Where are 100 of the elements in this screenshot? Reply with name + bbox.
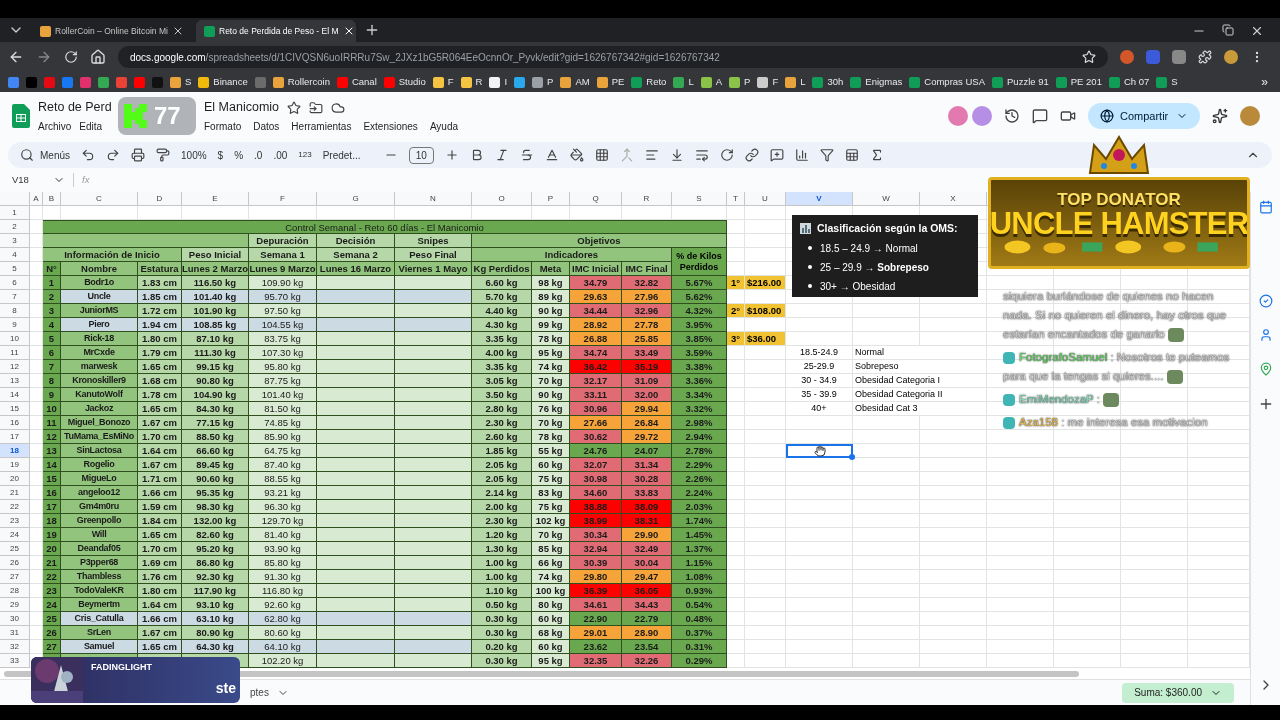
- bookmark[interactable]: S: [170, 74, 192, 90]
- menu-item[interactable]: Ayuda: [429, 118, 459, 134]
- row-number[interactable]: 33: [0, 654, 30, 668]
- calendar-icon[interactable]: [1258, 200, 1273, 214]
- column-header[interactable]: O: [472, 192, 532, 206]
- bookmark[interactable]: PE 201: [1055, 74, 1102, 90]
- column-header[interactable]: E: [182, 192, 249, 206]
- sheets-logo-icon[interactable]: [12, 104, 30, 128]
- column-header[interactable]: D: [138, 192, 182, 206]
- bookmark[interactable]: I: [489, 74, 508, 90]
- extension-icon[interactable]: [1120, 50, 1134, 64]
- row-number[interactable]: 18: [0, 444, 30, 458]
- row-number[interactable]: 1: [0, 206, 30, 220]
- link-icon[interactable]: [744, 148, 759, 162]
- bookmark[interactable]: AM: [560, 74, 590, 90]
- profile-avatar[interactable]: [1240, 106, 1260, 126]
- sparkle-icon[interactable]: [1212, 108, 1228, 124]
- row-number[interactable]: 23: [0, 514, 30, 528]
- video-call-icon[interactable]: [1060, 108, 1076, 124]
- bookmark[interactable]: Enigmas: [850, 74, 903, 90]
- zoom-dropdown[interactable]: 100%: [181, 147, 207, 163]
- bookmark[interactable]: [62, 76, 73, 88]
- name-box[interactable]: V18: [12, 172, 74, 188]
- contacts-icon[interactable]: [1258, 328, 1273, 342]
- filter-icon[interactable]: [819, 148, 834, 162]
- comment-add-icon[interactable]: [769, 148, 784, 162]
- column-header[interactable]: T: [727, 192, 745, 206]
- row-number[interactable]: 15: [0, 402, 30, 416]
- row-number[interactable]: 2: [0, 220, 30, 234]
- bookmark[interactable]: 30h: [812, 74, 844, 90]
- bookmark[interactable]: [116, 76, 127, 88]
- menu-item[interactable]: Herramientas: [291, 118, 352, 134]
- row-number[interactable]: 29: [0, 598, 30, 612]
- browser-tab[interactable]: Reto de Perdida de Peso - El M: [196, 20, 356, 42]
- row-number[interactable]: 28: [0, 584, 30, 598]
- star-icon[interactable]: [287, 100, 302, 115]
- bookmark[interactable]: Reto: [631, 74, 667, 90]
- strikethrough-icon[interactable]: [519, 148, 534, 162]
- row-number[interactable]: 19: [0, 458, 30, 472]
- row-number[interactable]: 16: [0, 416, 30, 430]
- bookmark[interactable]: Binance: [198, 74, 248, 90]
- bookmark[interactable]: S: [1156, 74, 1178, 90]
- bookmark[interactable]: Puzzle 91: [992, 74, 1049, 90]
- restore-icon[interactable]: [1222, 24, 1234, 36]
- print-icon[interactable]: [131, 148, 145, 162]
- bookmark[interactable]: PE: [596, 74, 625, 90]
- move-folder-icon[interactable]: [309, 100, 324, 115]
- bookmark[interactable]: F: [757, 74, 779, 90]
- bookmark[interactable]: Rollercoin: [272, 74, 330, 90]
- chart-icon[interactable]: [794, 148, 809, 162]
- bookmark[interactable]: Studio: [383, 74, 426, 90]
- bookmark[interactable]: L: [673, 74, 694, 90]
- home-icon[interactable]: [90, 49, 106, 65]
- row-number[interactable]: 9: [0, 318, 30, 332]
- bookmark[interactable]: Canal: [336, 74, 377, 90]
- row-number[interactable]: 5: [0, 262, 30, 276]
- column-header[interactable]: R: [622, 192, 672, 206]
- sum-button[interactable]: Suma: $360.00: [1122, 682, 1234, 703]
- increase-decimal-button[interactable]: .00: [273, 147, 288, 163]
- menu-item[interactable]: Datos: [253, 118, 280, 134]
- row-number[interactable]: 8: [0, 304, 30, 318]
- rotate-icon[interactable]: [719, 148, 734, 162]
- row-number[interactable]: 6: [0, 276, 30, 290]
- history-icon[interactable]: [1004, 108, 1020, 124]
- bookmark[interactable]: [80, 76, 91, 88]
- row-number[interactable]: 24: [0, 528, 30, 542]
- row-number[interactable]: 25: [0, 542, 30, 556]
- row-number[interactable]: 10: [0, 332, 30, 346]
- column-header[interactable]: C: [61, 192, 138, 206]
- row-number[interactable]: 30: [0, 612, 30, 626]
- profile-avatar[interactable]: [1224, 50, 1238, 64]
- italic-icon[interactable]: [494, 148, 509, 162]
- font-dropdown[interactable]: Predet...: [322, 147, 373, 163]
- menu-item[interactable]: Archivo: [38, 118, 72, 134]
- column-header[interactable]: Q: [570, 192, 622, 206]
- row-number[interactable]: 32: [0, 640, 30, 654]
- fill-color-icon[interactable]: [569, 148, 584, 162]
- column-header[interactable]: U: [745, 192, 786, 206]
- bookmark[interactable]: [44, 76, 55, 88]
- address-bar[interactable]: docs.google.com/spreadsheets/d/1CIVQSN6uoIRRRu7Sw_2JXz1bG5R064EeOcnnOr_Pyvk/edit?gid=1626767342#gid=1626767342: [118, 46, 1108, 68]
- bookmark[interactable]: [514, 76, 526, 88]
- text-color-icon[interactable]: [544, 148, 559, 162]
- column-header[interactable]: X: [920, 192, 987, 206]
- align-icon[interactable]: [644, 148, 659, 162]
- back-icon[interactable]: [8, 49, 24, 65]
- vertical-align-icon[interactable]: [669, 148, 684, 162]
- redo-icon[interactable]: [106, 148, 120, 162]
- bookmark-star-icon[interactable]: [1082, 50, 1096, 64]
- menu-item[interactable]: Edita: [79, 118, 103, 134]
- row-number[interactable]: 12: [0, 360, 30, 374]
- decrease-decimal-button[interactable]: .0: [254, 147, 263, 163]
- forward-icon[interactable]: [36, 49, 52, 65]
- increase-size-icon[interactable]: [444, 148, 459, 162]
- row-number[interactable]: 27: [0, 570, 30, 584]
- wrap-icon[interactable]: [694, 148, 709, 162]
- font-size-field[interactable]: 10: [408, 146, 434, 164]
- currency-button[interactable]: $: [217, 147, 224, 163]
- percent-button[interactable]: %: [234, 147, 244, 163]
- comment-icon[interactable]: [1032, 108, 1048, 124]
- bookmark[interactable]: P: [729, 74, 751, 90]
